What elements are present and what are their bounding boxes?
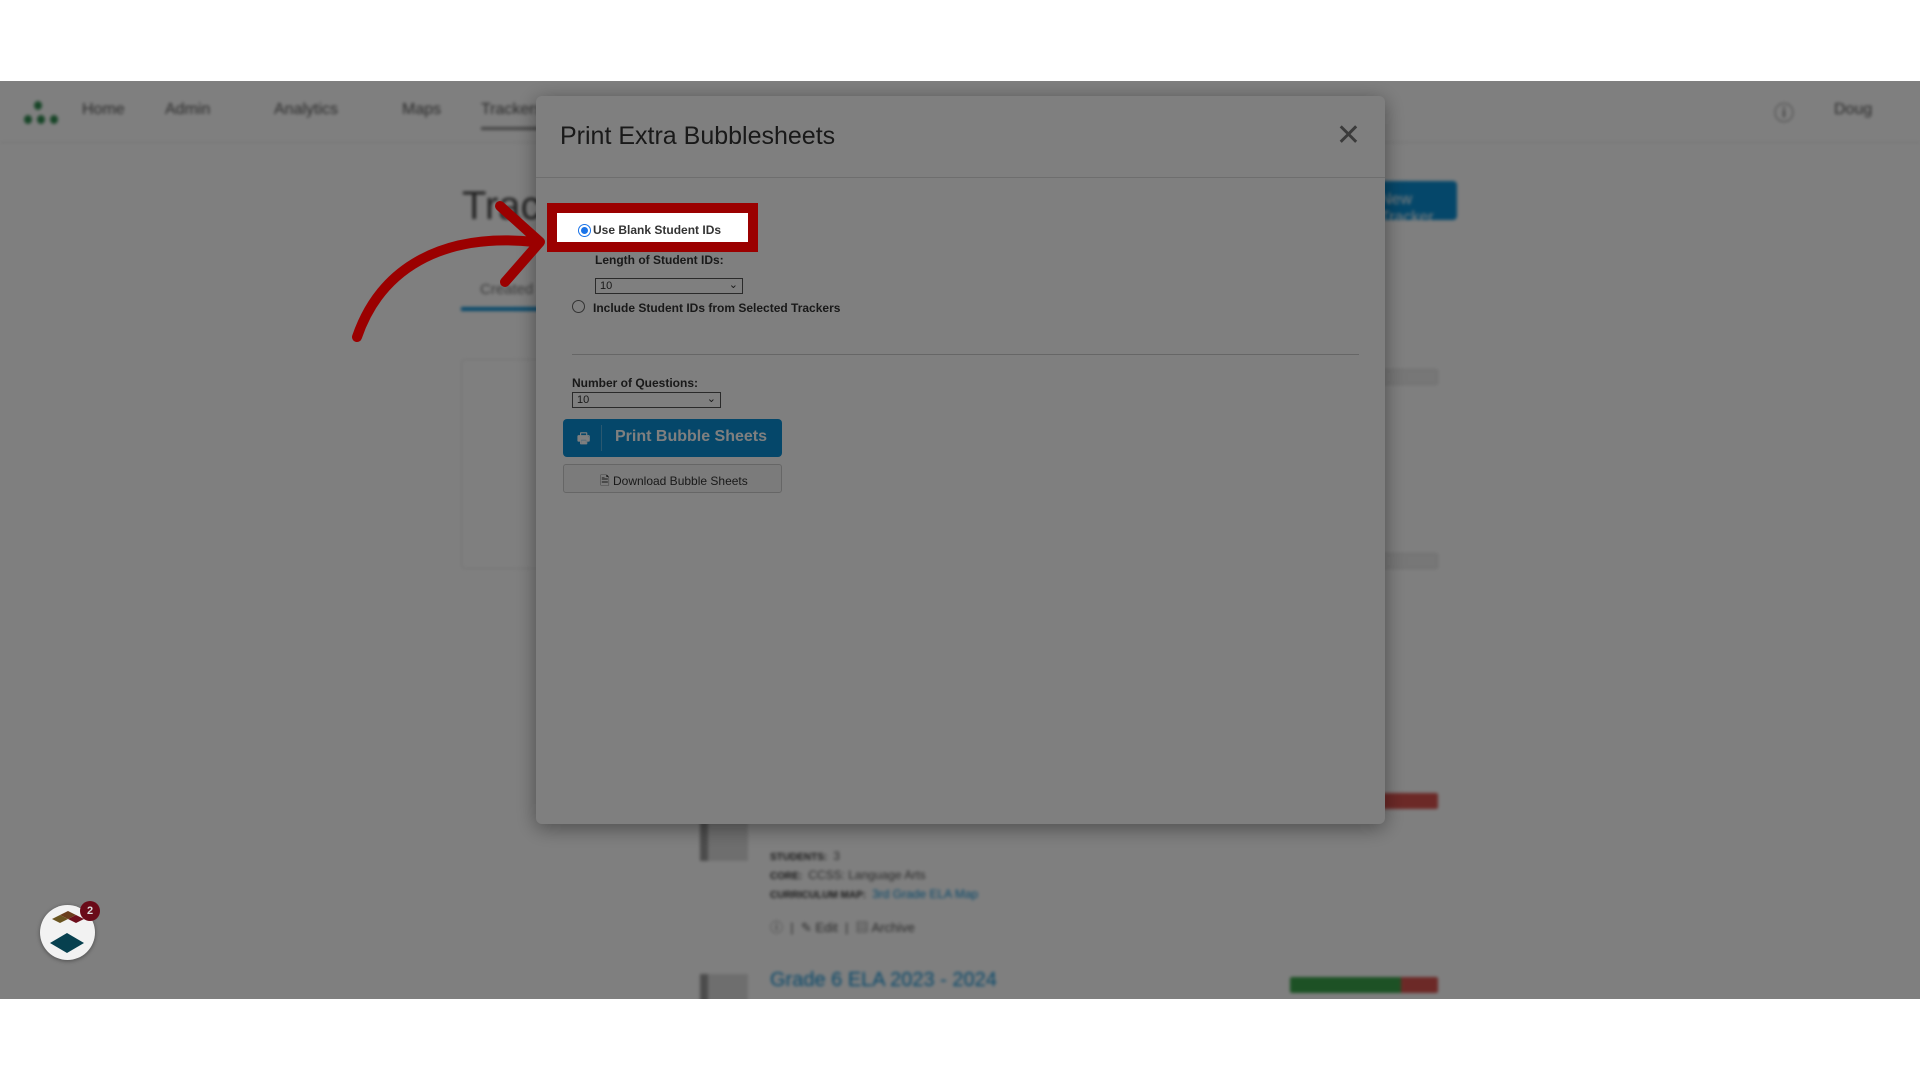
notification-badge: 2: [80, 901, 100, 921]
blank-ids-label: Use Blank Student IDs: [593, 223, 722, 237]
annotation-arrow-icon: [352, 201, 545, 342]
